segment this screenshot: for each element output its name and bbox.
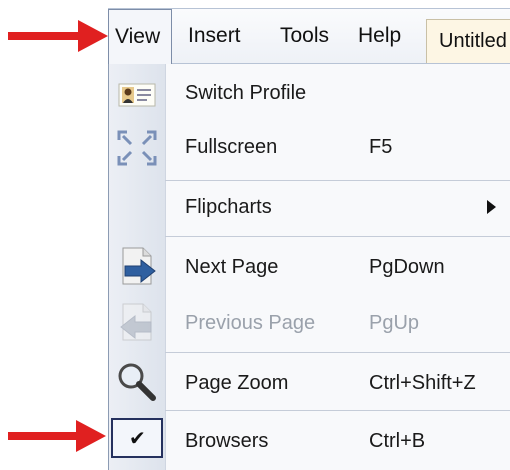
checked-state-box: ✔	[111, 418, 163, 458]
menu-separator	[165, 352, 510, 353]
menu-item-label: Switch Profile	[185, 82, 307, 104]
view-dropdown-menu: Switch Profile Fullscreen F5 Flipcharts …	[108, 64, 510, 470]
menu-item-shortcut: Ctrl+B	[369, 430, 426, 452]
menu-separator	[165, 410, 510, 411]
menu-item-switch-profile[interactable]: Switch Profile	[109, 70, 510, 120]
menu-separator	[165, 180, 510, 181]
menu-item-flipcharts[interactable]: Flipcharts	[109, 182, 510, 234]
menu-item-previous-page: Previous Page PgUp	[109, 296, 510, 350]
menu-item-label: Flipcharts	[185, 196, 272, 218]
magnifier-icon	[115, 360, 159, 404]
previous-page-icon	[115, 300, 159, 344]
menu-item-browsers[interactable]: ✔ Browsers Ctrl+B	[109, 418, 510, 464]
menu-tools[interactable]: Tools	[280, 9, 329, 63]
menu-item-label: Previous Page	[185, 312, 316, 334]
menu-view[interactable]: View	[108, 9, 172, 64]
fullscreen-icon	[115, 126, 159, 170]
menu-item-next-page[interactable]: Next Page PgDown	[109, 240, 510, 294]
document-tab[interactable]: Untitled	[426, 19, 510, 63]
menu-item-shortcut: Ctrl+Shift+Z	[369, 372, 476, 394]
submenu-arrow-icon	[487, 200, 496, 214]
menu-item-label: Page Zoom	[185, 372, 289, 394]
profile-card-icon	[115, 72, 159, 116]
menu-item-shortcut: F5	[369, 136, 393, 158]
menu-separator	[165, 236, 510, 237]
menu-bar: View Insert Tools Help Untitled	[108, 8, 510, 64]
menu-item-label: Fullscreen	[185, 136, 278, 158]
menu-item-shortcut: PgDown	[369, 256, 445, 278]
menu-help[interactable]: Help	[358, 9, 401, 63]
checkmark-icon: ✔	[129, 428, 146, 450]
menu-item-label: Next Page	[185, 256, 279, 278]
menu-item-shortcut: PgUp	[369, 312, 420, 334]
menu-insert[interactable]: Insert	[188, 9, 241, 63]
next-page-icon	[115, 244, 159, 288]
menu-item-fullscreen[interactable]: Fullscreen F5	[109, 124, 510, 174]
menu-item-label: Browsers	[185, 430, 269, 452]
menu-item-page-zoom[interactable]: Page Zoom Ctrl+Shift+Z	[109, 356, 510, 410]
